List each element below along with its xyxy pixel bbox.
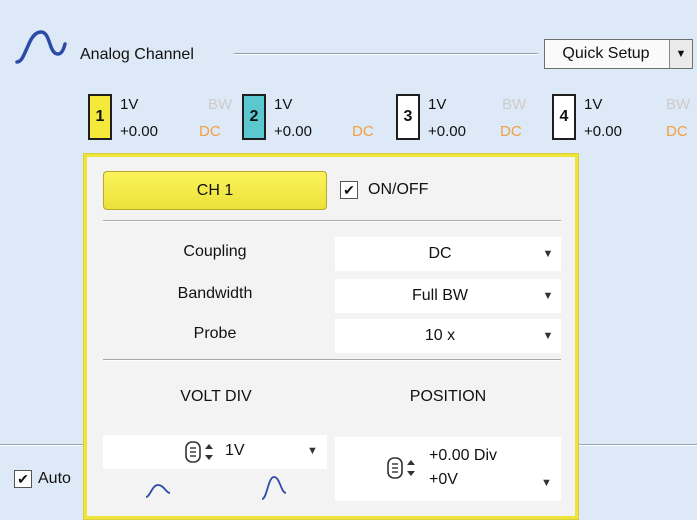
channel-bw-indicator: BW (208, 96, 233, 113)
channel-bw-indicator: BW (502, 96, 527, 113)
channel-coupling-indicator: DC (199, 123, 221, 140)
chevron-down-icon[interactable]: ▼ (307, 445, 318, 457)
bandwidth-label: Bandwidth (177, 285, 253, 302)
channel-tab-3[interactable]: 3 1V +0.00 BW DC (396, 90, 546, 148)
chevron-down-icon[interactable]: ▼ (669, 40, 692, 68)
channel-position-value: +0.00 (584, 123, 622, 140)
channel-tab-1[interactable]: 1 1V +0.00 BW DC (88, 90, 238, 148)
auto-label: Auto (38, 470, 71, 487)
analog-wave-icon (15, 30, 67, 64)
channel-volt-value: 1V (120, 96, 139, 113)
channel-tab-2[interactable]: 2 1V +0.00 BW DC (242, 90, 392, 148)
probe-label: Probe (193, 325, 237, 342)
bandwidth-dropdown[interactable]: Full BW ▼ (335, 279, 561, 313)
coupling-dropdown[interactable]: DC ▼ (335, 237, 561, 271)
page-title: Analog Channel (80, 46, 194, 63)
bandwidth-value: Full BW (412, 287, 468, 304)
channel-position-value: +0.00 (428, 123, 466, 140)
channel-tab-4[interactable]: 4 1V +0.00 BW DC (552, 90, 697, 148)
channel-number-badge: 3 (396, 94, 420, 140)
channel-volt-value: 1V (584, 96, 603, 113)
onoff-checkbox[interactable]: ✔ (340, 181, 358, 199)
chevron-down-icon[interactable]: ▼ (535, 248, 561, 260)
coupling-value: DC (428, 245, 452, 262)
panel-divider (103, 359, 561, 361)
probe-value: 10 x (424, 327, 456, 344)
small-wave-icon[interactable] (143, 477, 173, 501)
channel-settings-panel: CH 1 ✔ ON/OFF Coupling DC ▼ Bandwidth Fu… (84, 154, 578, 519)
quick-setup-label: Quick Setup (562, 45, 650, 62)
channel-coupling-indicator: DC (352, 123, 374, 140)
channel-coupling-indicator: DC (500, 123, 522, 140)
channel-coupling-indicator: DC (666, 123, 688, 140)
coupling-label: Coupling (183, 243, 247, 260)
scroll-knob-icon (185, 441, 213, 463)
channel-position-value: +0.00 (120, 123, 158, 140)
panel-divider (103, 220, 561, 222)
scroll-knob-icon (387, 457, 415, 479)
channel-volt-value: 1V (428, 96, 447, 113)
position-heading: POSITION (409, 388, 487, 405)
channel-number-badge: 2 (242, 94, 266, 140)
channel-volt-value: 1V (274, 96, 293, 113)
channel-bw-indicator: BW (666, 96, 691, 113)
channel-select-button[interactable]: CH 1 (103, 171, 327, 210)
chevron-down-icon[interactable]: ▼ (541, 477, 552, 489)
position-volt-value: +0V (429, 471, 458, 488)
volt-div-control[interactable]: 1V ▼ (103, 435, 327, 469)
large-wave-icon[interactable] (259, 473, 289, 503)
chevron-down-icon[interactable]: ▼ (535, 290, 561, 302)
chevron-down-icon[interactable]: ▼ (535, 330, 561, 342)
auto-checkbox[interactable]: ✔ (14, 470, 32, 488)
probe-dropdown[interactable]: 10 x ▼ (335, 319, 561, 353)
channel-number-badge: 4 (552, 94, 576, 140)
volt-div-wave-buttons (103, 471, 327, 511)
volt-div-heading: VOLT DIV (180, 388, 252, 405)
header-divider (234, 53, 538, 55)
quick-setup-dropdown[interactable]: Quick Setup ▼ (544, 39, 693, 69)
position-div-value: +0.00 Div (429, 447, 498, 464)
volt-div-value: 1V (225, 442, 245, 459)
onoff-label: ON/OFF (368, 181, 429, 198)
position-control[interactable]: +0.00 Div +0V ▼ (335, 437, 561, 501)
channel-position-value: +0.00 (274, 123, 312, 140)
channel-number-badge: 1 (88, 94, 112, 140)
